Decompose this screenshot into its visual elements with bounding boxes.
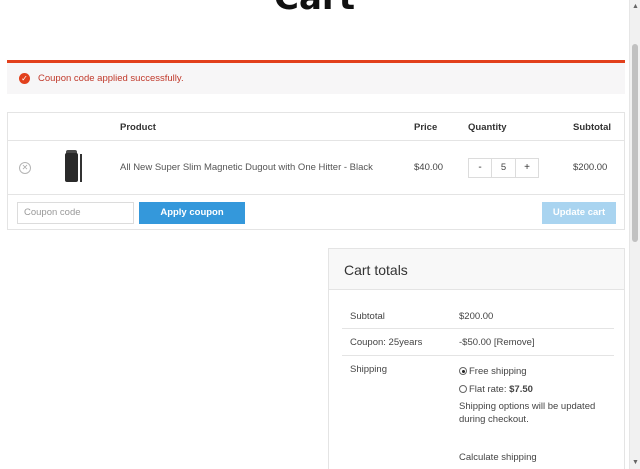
flat-rate-label: Flat rate: (469, 384, 507, 395)
product-thumbnail[interactable] (62, 150, 84, 184)
quantity-plus-button[interactable]: + (516, 159, 538, 177)
quantity-minus-button[interactable]: - (469, 159, 491, 177)
scroll-down-icon[interactable]: ▼ (632, 459, 639, 466)
flat-rate-radio[interactable] (459, 385, 467, 393)
header-price: Price (414, 122, 438, 133)
coupon-label: Coupon: 25years (350, 337, 423, 348)
quantity-stepper[interactable]: - 5 + (468, 158, 539, 178)
product-price: $40.00 (414, 162, 444, 173)
remove-item-icon[interactable]: ✕ (19, 162, 31, 174)
free-shipping-radio[interactable] (459, 367, 467, 375)
product-subtotal: $200.00 (573, 162, 608, 173)
header-subtotal: Subtotal (573, 122, 611, 133)
header-product: Product (120, 122, 156, 133)
totals-divider (342, 328, 614, 329)
cart-table: Product Price Quantity Subtotal ✕ All Ne… (7, 112, 625, 230)
header-quantity: Quantity (468, 122, 507, 133)
quantity-input[interactable]: 5 (491, 159, 516, 177)
page-scrollbar[interactable]: ▲ ▼ (629, 0, 640, 469)
scroll-up-icon[interactable]: ▲ (632, 3, 639, 10)
row-divider (8, 194, 624, 195)
totals-divider (342, 355, 614, 356)
flat-rate-price: $7.50 (509, 384, 533, 395)
row-divider (8, 140, 624, 141)
success-notice: ✓ Coupon code applied successfully. (7, 60, 625, 94)
subtotal-value: $200.00 (459, 311, 494, 322)
free-shipping-label: Free shipping (469, 366, 527, 377)
cart-totals-panel: Cart totals Subtotal $200.00 Coupon: 25y… (328, 248, 625, 469)
subtotal-label: Subtotal (350, 311, 385, 322)
coupon-discount: -$50.00 (459, 337, 492, 348)
apply-coupon-button[interactable]: Apply coupon (139, 202, 245, 224)
shipping-label: Shipping (350, 364, 387, 375)
free-shipping-option[interactable]: Free shipping (459, 366, 527, 377)
cart-totals-heading: Cart totals (329, 249, 624, 290)
calculate-shipping-link[interactable]: Calculate shipping (459, 452, 537, 463)
product-name-link[interactable]: All New Super Slim Magnetic Dugout with … (120, 162, 373, 173)
remove-coupon-link[interactable]: [Remove] (494, 337, 535, 348)
shipping-note: Shipping options will be updated during … (459, 401, 596, 425)
page-title: Cart (0, 0, 629, 18)
coupon-value: -$50.00 [Remove] (459, 337, 535, 348)
flat-rate-option[interactable]: Flat rate: $7.50 (459, 384, 533, 395)
coupon-code-input[interactable]: Coupon code (17, 202, 134, 224)
update-cart-button[interactable]: Update cart (542, 202, 616, 224)
notice-message: Coupon code applied successfully. (38, 73, 184, 84)
check-circle-icon: ✓ (19, 73, 30, 84)
scrollbar-thumb[interactable] (632, 44, 638, 242)
